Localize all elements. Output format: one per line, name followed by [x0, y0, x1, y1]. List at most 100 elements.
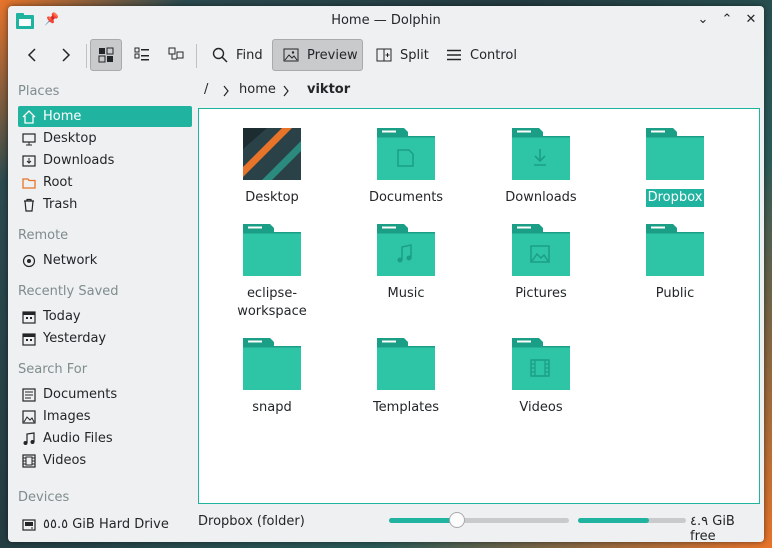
- free-space-bar: [578, 518, 686, 523]
- title-bar[interactable]: 📌 Home — Dolphin ⌄ ⌃ ✕: [8, 6, 764, 36]
- sidebar-item-label: Trash: [43, 197, 78, 212]
- sidebar-item-label: Audio Files: [43, 431, 113, 446]
- folder-icon: [341, 337, 471, 395]
- sidebar-item-search-videos[interactable]: Videos: [18, 450, 192, 471]
- sidebar-item-search-audio[interactable]: Audio Files: [18, 428, 192, 449]
- free-space-bar-fill: [578, 518, 650, 523]
- desktop-thumbnail: [207, 127, 337, 185]
- sidebar-item-root[interactable]: Root: [18, 172, 192, 193]
- back-button[interactable]: [20, 39, 44, 71]
- file-item-label: Downloads: [505, 190, 577, 205]
- dolphin-window: 📌 Home — Dolphin ⌄ ⌃ ✕ Find Preview Spli…: [8, 6, 764, 542]
- details-view-icon: [168, 47, 184, 60]
- sidebar-item-today[interactable]: Today: [18, 306, 192, 327]
- sidebar-item-label: Yesterday: [43, 331, 107, 346]
- sidebar-item-desktop[interactable]: Desktop: [18, 128, 192, 149]
- pictures-folder-icon: [476, 223, 606, 281]
- file-item[interactable]: Public: [610, 223, 740, 303]
- file-item[interactable]: Videos: [476, 337, 606, 417]
- sidebar-item-yesterday[interactable]: Yesterday: [18, 328, 192, 349]
- window-title: Home — Dolphin: [331, 13, 441, 28]
- chevron-left-icon: [27, 48, 36, 62]
- close-button[interactable]: ✕: [742, 11, 760, 29]
- sidebar-item-search-images[interactable]: Images: [18, 406, 192, 427]
- sidebar-item-trash[interactable]: Trash: [18, 194, 192, 215]
- icons-view-button[interactable]: [90, 39, 122, 71]
- sidebar-item-label: Network: [43, 253, 98, 268]
- sidebar-item-search-documents[interactable]: Documents: [18, 384, 192, 405]
- download-icon: [21, 153, 37, 169]
- file-item[interactable]: Templates: [341, 337, 471, 417]
- sidebar-item-home[interactable]: Home: [18, 106, 192, 127]
- image-icon: [21, 409, 37, 425]
- folder-root-icon: [21, 175, 37, 191]
- breadcrumb-item-current[interactable]: viktor: [307, 82, 350, 97]
- toolbar-separator: [86, 44, 87, 68]
- sidebar-item-label: ٥٥.٥ GiB Hard Drive: [43, 517, 169, 532]
- search-for-section-title: Search For: [18, 362, 88, 377]
- network-icon: [21, 253, 37, 269]
- details-view-button[interactable]: [160, 39, 192, 71]
- file-item-label: Videos: [519, 400, 563, 415]
- document-icon: [21, 387, 37, 403]
- file-item[interactable]: Music: [341, 223, 471, 303]
- sidebar-item-label: Home: [43, 109, 82, 124]
- file-item[interactable]: Pictures: [476, 223, 606, 303]
- compact-view-icon: [134, 47, 149, 61]
- preview-label: Preview: [307, 47, 358, 63]
- search-icon: [212, 47, 228, 63]
- recently-saved-section-title: Recently Saved: [18, 284, 119, 299]
- file-item-label: Dropbox: [645, 189, 705, 207]
- file-item[interactable]: snapd: [207, 337, 337, 417]
- sidebar-item-downloads[interactable]: Downloads: [18, 150, 192, 171]
- zoom-slider[interactable]: [389, 512, 569, 528]
- file-item[interactable]: Documents: [341, 127, 471, 207]
- music-folder-icon: [341, 223, 471, 281]
- zoom-slider-handle[interactable]: [449, 512, 466, 528]
- zoom-slider-fill: [389, 518, 458, 523]
- sidebar-item-label: Videos: [43, 453, 87, 468]
- sidebar-item-label: Root: [43, 175, 73, 190]
- maximize-button[interactable]: ⌃: [718, 11, 736, 29]
- places-section-title: Places: [18, 84, 60, 99]
- desktop-icon: [21, 131, 37, 147]
- sidebar-item-label: Desktop: [43, 131, 97, 146]
- file-item-label: Pictures: [515, 286, 567, 301]
- folder-icon: [207, 337, 337, 395]
- sidebar-item-label: Images: [43, 409, 91, 424]
- sidebar-item-hard-drive[interactable]: ٥٥.٥ GiB Hard Drive: [18, 514, 192, 535]
- sidebar-item-label: Today: [43, 309, 81, 324]
- file-item[interactable]: Dropbox: [610, 127, 740, 207]
- sidebar-item-network[interactable]: Network: [18, 250, 192, 271]
- chevron-right-icon: [62, 48, 71, 62]
- minimize-button[interactable]: ⌄: [694, 11, 712, 29]
- icons-view-icon: [98, 47, 114, 63]
- folder-icon: [610, 127, 740, 185]
- remote-section-title: Remote: [18, 228, 69, 243]
- file-item-label: Templates: [372, 400, 440, 415]
- status-text: Dropbox (folder): [198, 514, 305, 529]
- places-panel: Places Home Desktop Downloads Root Trash…: [8, 78, 194, 542]
- split-label: Split: [400, 47, 429, 63]
- preview-button[interactable]: Preview: [272, 39, 363, 71]
- videos-folder-icon: [476, 337, 606, 395]
- home-icon: [21, 109, 37, 125]
- split-button[interactable]: Split: [370, 39, 432, 71]
- download-folder-icon: [476, 127, 606, 185]
- control-menu-button[interactable]: Control: [440, 39, 522, 71]
- chevron-right-icon: [223, 85, 229, 97]
- find-button[interactable]: Find: [204, 39, 266, 71]
- file-item[interactable]: Downloads: [476, 127, 606, 207]
- compact-view-button[interactable]: [126, 39, 158, 71]
- forward-button[interactable]: [54, 39, 78, 71]
- breadcrumb-item-home[interactable]: home: [239, 82, 276, 97]
- file-item-label: Public: [655, 286, 695, 301]
- file-view[interactable]: Desktop Documents Downloads Dropbox eclipse-…: [198, 108, 760, 504]
- calendar-icon: [21, 309, 37, 325]
- free-space-text: ٤.٩ GiB free: [690, 514, 735, 542]
- audio-icon: [21, 431, 37, 447]
- folder-icon: [207, 223, 337, 281]
- file-item[interactable]: Desktop: [207, 127, 337, 207]
- file-item[interactable]: eclipse- workspace: [207, 223, 337, 321]
- breadcrumb-root[interactable]: /: [204, 82, 208, 97]
